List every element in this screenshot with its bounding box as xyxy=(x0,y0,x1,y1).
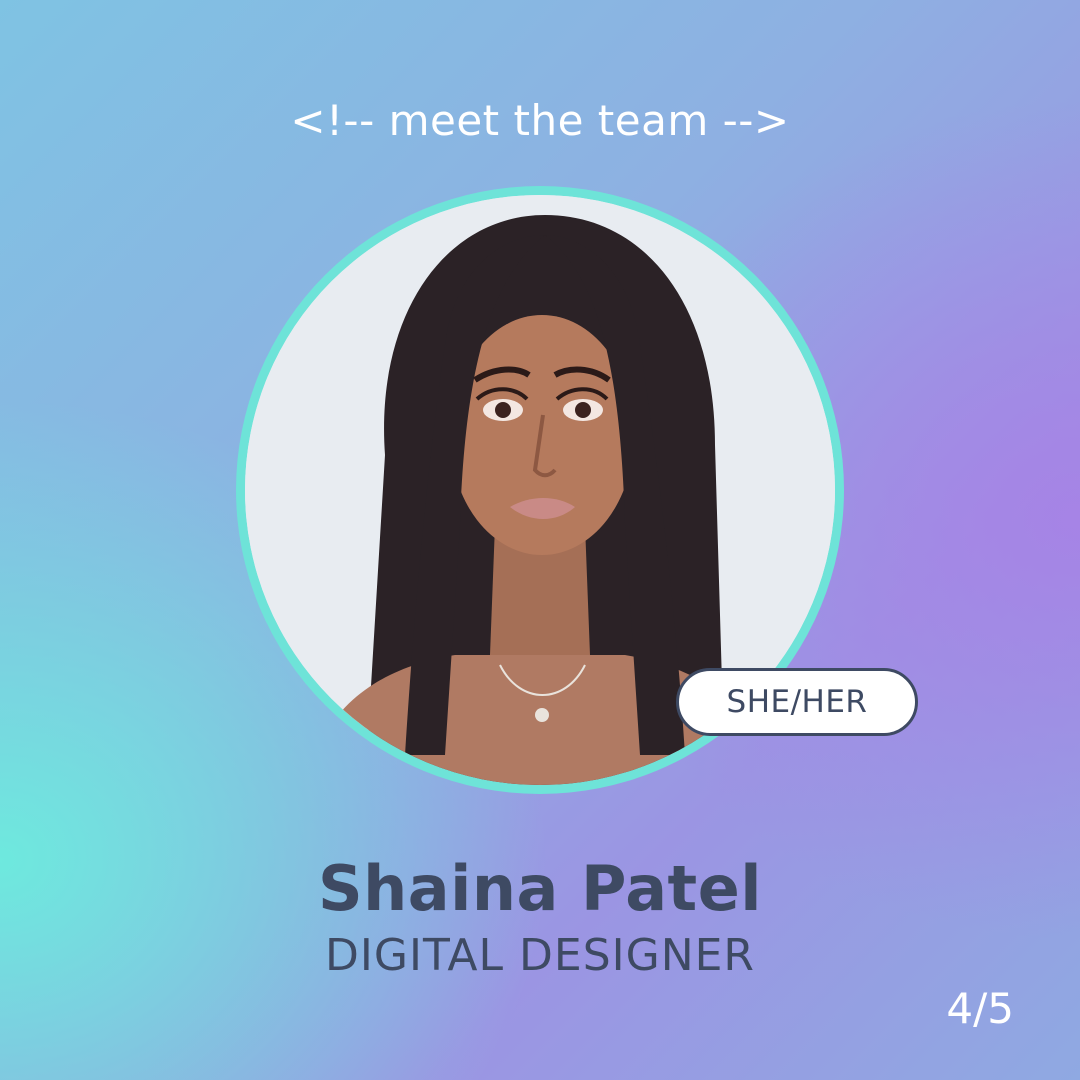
section-eyebrow: <!-- meet the team --> xyxy=(290,96,790,145)
page-indicator: 4/5 xyxy=(946,984,1014,1033)
pronoun-label: SHE/HER xyxy=(726,684,868,720)
member-name: Shaina Patel xyxy=(318,852,762,925)
pronoun-badge: SHE/HER xyxy=(676,668,918,736)
member-role: DIGITAL DESIGNER xyxy=(325,930,755,981)
team-member-card: <!-- meet the team --> SHE/HER Shaina Pa… xyxy=(0,0,1080,1080)
